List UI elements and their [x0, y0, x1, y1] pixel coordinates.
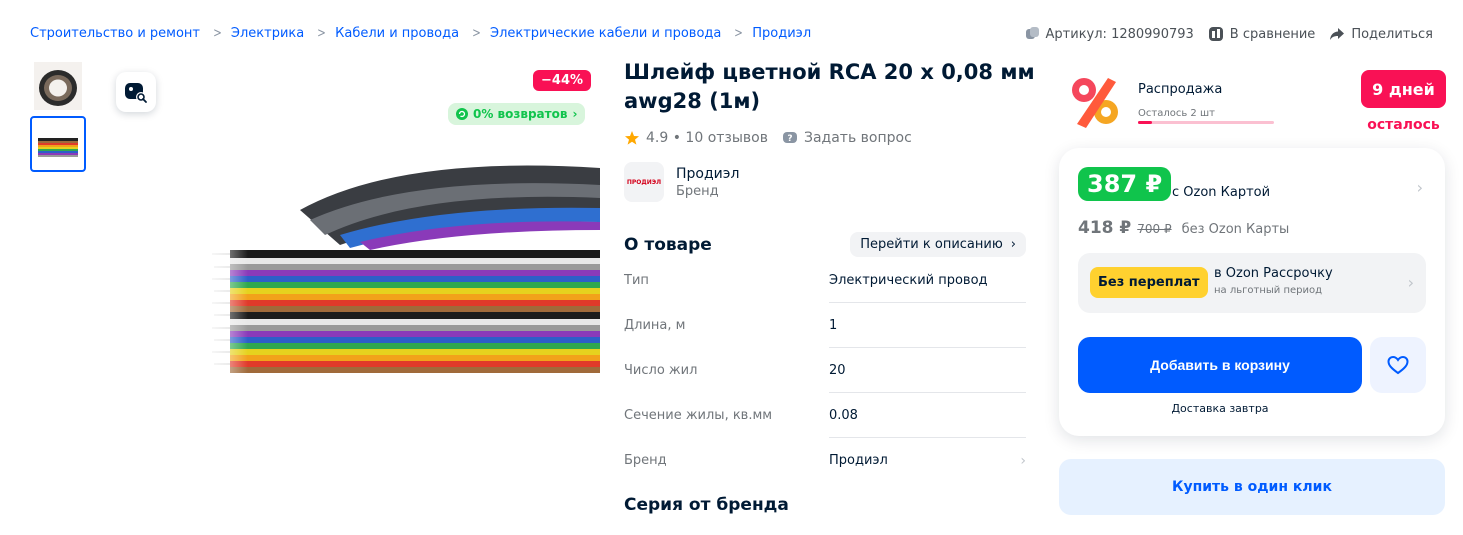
star-icon: [625, 131, 639, 145]
thumbnail-list: [30, 58, 86, 174]
question-chat-icon: ?: [782, 132, 797, 144]
brand-name: Продиэл: [676, 165, 740, 182]
chevron-right-icon: ›: [1010, 237, 1016, 252]
spec-value: 20: [829, 363, 846, 378]
series-title: Серия от бренда: [624, 495, 789, 515]
chevron-right-icon: ›: [1020, 452, 1026, 469]
spec-value: Электрический провод: [829, 273, 988, 288]
regular-price-row: 418 ₽ 700 ₽ без Ozon Карты: [1078, 218, 1289, 238]
spec-value: Продиэл: [829, 453, 888, 468]
chevron-right-icon: ›: [1407, 273, 1414, 292]
rating-reviews-link[interactable]: 4.9 • 10 отзывов: [646, 130, 768, 146]
brand-logo: ПРОДИЭЛ: [624, 162, 664, 202]
product-main-image[interactable]: [200, 150, 600, 410]
share-icon: [1330, 28, 1345, 40]
spec-row: Число жил 20: [624, 348, 1026, 393]
installment-block[interactable]: Без переплат в Ozon Рассрочку на льготны…: [1078, 253, 1426, 313]
article-number[interactable]: Артикул: 1280990793: [1024, 26, 1194, 42]
ask-question-button[interactable]: ? Задать вопрос: [782, 130, 912, 146]
installment-title: в Ozon Рассрочку: [1214, 266, 1333, 281]
about-title: О товаре: [624, 234, 712, 255]
sale-title: Распродажа: [1138, 82, 1223, 97]
spec-row: Тип Электрический провод: [624, 258, 1026, 303]
ribbon-cable-thumbnail: [34, 120, 82, 168]
about-header: О товаре Перейти к описанию ›: [624, 232, 1026, 257]
discount-badge: −44%: [533, 70, 592, 91]
buy-one-click-button[interactable]: Купить в один клик: [1059, 459, 1445, 515]
returns-label: 0% возвратов: [473, 107, 568, 121]
sale-block[interactable]: Распродажа Осталось 2 шт 9 дней осталось: [1064, 70, 1446, 134]
chevron-right-icon: >: [213, 26, 222, 41]
find-similar-button[interactable]: [116, 72, 156, 112]
percent-icon: [1072, 78, 1118, 128]
delivery-info: Доставка завтра: [1171, 402, 1269, 415]
svg-text:?: ?: [787, 134, 792, 144]
spec-key: Сечение жилы, кв.мм: [624, 408, 773, 423]
compare-label: В сравнение: [1229, 26, 1316, 42]
cable-roll-thumbnail: [34, 62, 82, 110]
favorite-button[interactable]: [1370, 337, 1426, 393]
chevron-right-icon: >: [734, 26, 744, 41]
spec-key: Длина, м: [624, 318, 686, 333]
go-to-description-button[interactable]: Перейти к описанию ›: [850, 232, 1026, 257]
specs-table: Тип Электрический провод Длина, м 1 Числ…: [624, 258, 1026, 483]
days-left-label: осталось: [1367, 117, 1440, 133]
share-button[interactable]: Поделиться: [1329, 26, 1433, 42]
returns-badge[interactable]: 0% возвратов ›: [448, 103, 586, 125]
regular-price: 418 ₽: [1078, 218, 1132, 238]
sale-progress-fill: [1138, 121, 1152, 124]
breadcrumb-item-brand[interactable]: Продиэл: [752, 26, 811, 41]
price-card: 387 ₽ с Ozon Картой › 418 ₽ 700 ₽ без Oz…: [1059, 148, 1445, 436]
compare-icon: [1208, 27, 1223, 41]
ozon-card-price[interactable]: 387 ₽: [1078, 167, 1172, 201]
thumbnail-1[interactable]: [30, 58, 86, 114]
returns-icon: [456, 108, 468, 120]
share-label: Поделиться: [1351, 26, 1433, 42]
copy-icon: [1025, 27, 1039, 39]
rating-row: 4.9 • 10 отзывов ? Задать вопрос: [624, 130, 912, 146]
sale-progress-bar: [1138, 121, 1274, 124]
no-overpay-badge: Без переплат: [1090, 267, 1208, 298]
spec-value: 0.08: [829, 408, 858, 423]
old-price: 700 ₽: [1137, 222, 1172, 236]
chevron-right-icon: >: [317, 26, 327, 41]
regular-price-label: без Ozon Карты: [1181, 222, 1290, 237]
breadcrumb: Строительство и ремонт > Электрика > Каб…: [30, 26, 811, 41]
ask-question-label: Задать вопрос: [803, 130, 912, 146]
ozon-card-price-label: с Ozon Картой: [1172, 185, 1271, 200]
image-search-icon: [125, 83, 147, 103]
sale-remaining: Осталось 2 шт: [1138, 108, 1215, 119]
thumbnail-2[interactable]: [30, 116, 86, 172]
days-left-badge: 9 дней: [1361, 70, 1446, 108]
compare-button[interactable]: В сравнение: [1208, 26, 1316, 42]
breadcrumb-item-cables[interactable]: Кабели и провода: [335, 26, 459, 41]
top-actions: Артикул: 1280990793 В сравнение Поделить…: [1024, 26, 1433, 42]
spec-row: Длина, м 1: [624, 303, 1026, 348]
spec-row-brand[interactable]: Бренд Продиэл ›: [624, 438, 1026, 483]
add-to-cart-button[interactable]: Добавить в корзину: [1078, 337, 1362, 393]
product-title: Шлейф цветной RCA 20 x 0,08 мм awg28 (1м…: [624, 60, 1035, 113]
article-text: Артикул: 1280990793: [1045, 26, 1194, 42]
go-to-description-label: Перейти к описанию: [860, 237, 1003, 252]
heart-icon: [1387, 355, 1409, 375]
spec-value: 1: [829, 318, 838, 333]
chevron-right-icon[interactable]: ›: [1417, 178, 1423, 197]
spec-key: Бренд: [624, 453, 667, 468]
breadcrumb-item-electric-cables[interactable]: Электрические кабели и провода: [490, 26, 721, 41]
spec-key: Тип: [624, 273, 649, 288]
chevron-right-icon: >: [472, 26, 481, 41]
brand-label: Бренд: [676, 183, 719, 199]
breadcrumb-item-electrics[interactable]: Электрика: [231, 26, 304, 41]
brand-row[interactable]: ПРОДИЭЛ Продиэл Бренд: [624, 162, 739, 202]
breadcrumb-item-construction[interactable]: Строительство и ремонт: [30, 26, 200, 41]
spec-key: Число жил: [624, 363, 698, 378]
installment-subtitle: на льготный период: [1214, 285, 1323, 296]
chevron-right-icon: ›: [572, 107, 578, 121]
spec-row: Сечение жилы, кв.мм 0.08: [624, 393, 1026, 438]
